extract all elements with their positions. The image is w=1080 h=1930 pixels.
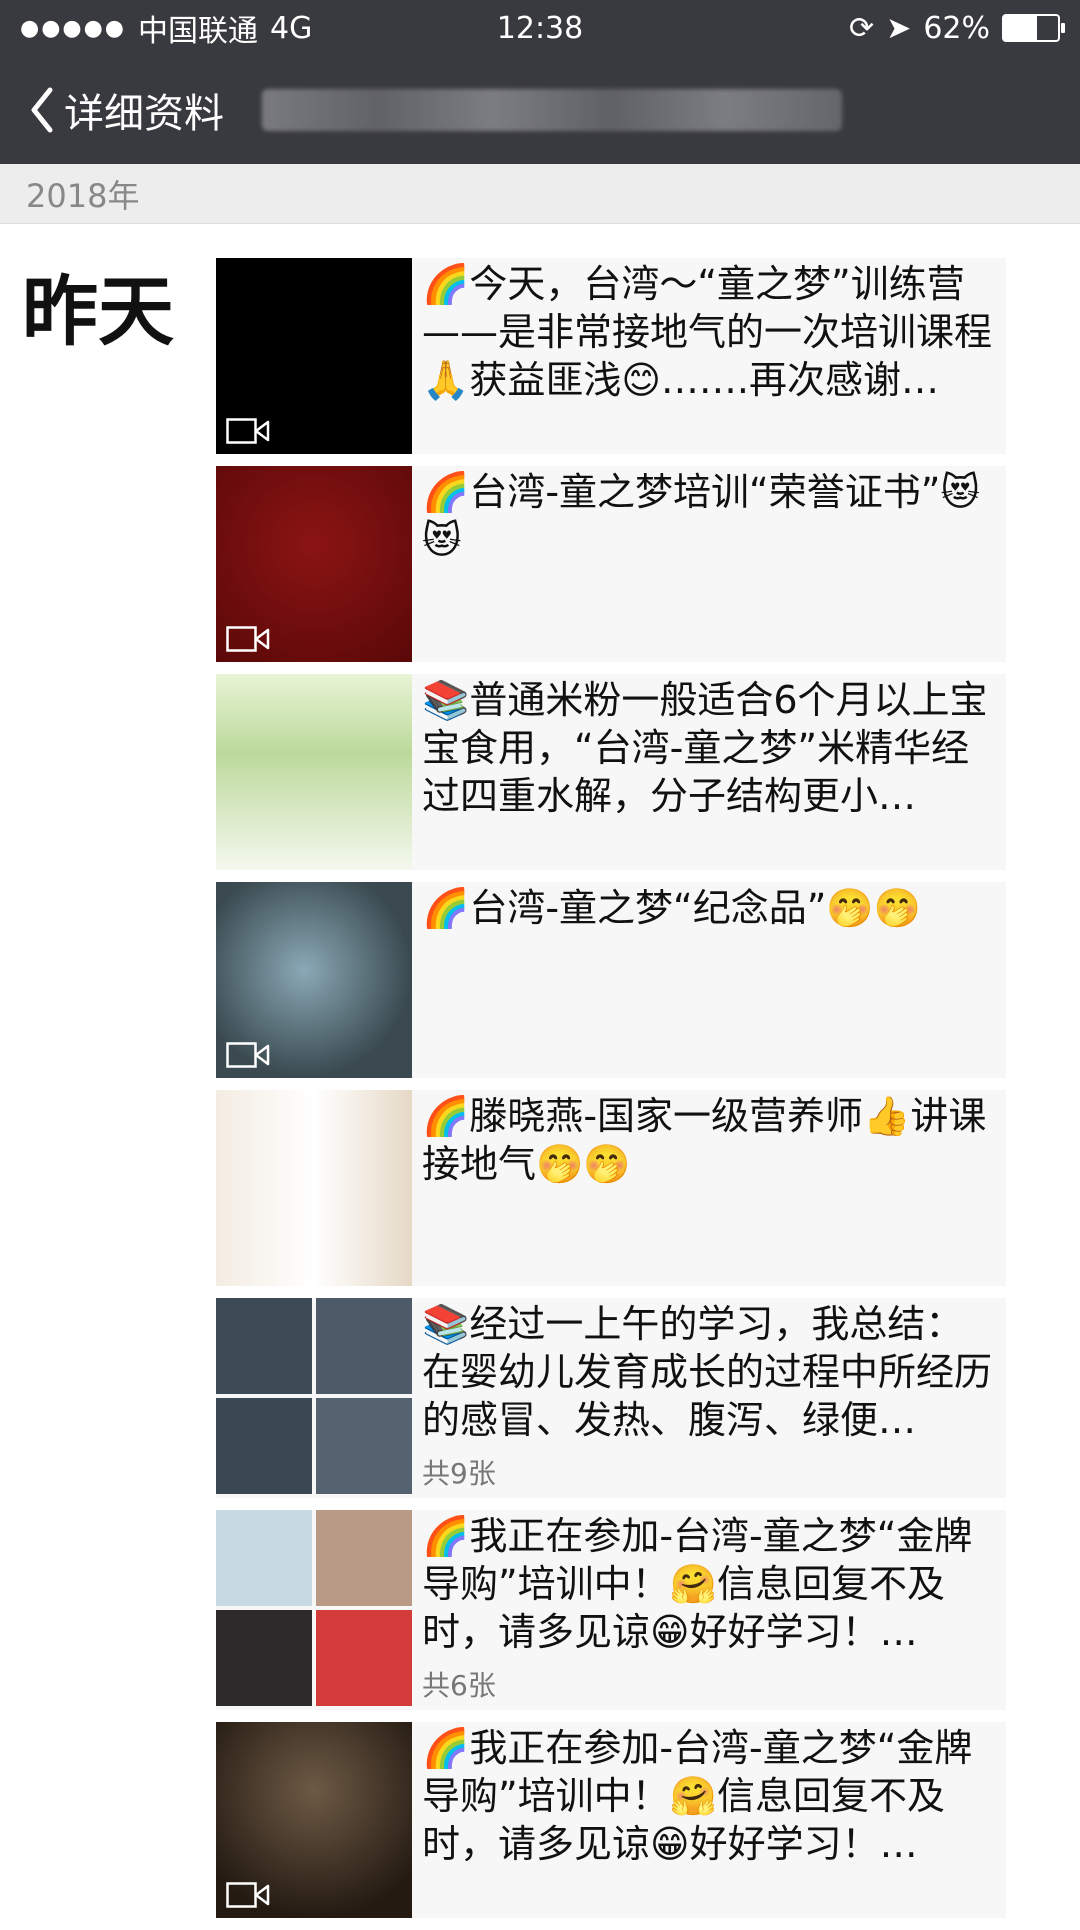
orientation-lock-icon: ⟳ [849,10,875,46]
post-text: 🌈我正在参加-台湾-童之梦“金牌导购”培训中！🤗信息回复不及时，请多见谅😁好好学… [422,1514,973,1654]
post-text-block: 🌈台湾-童之梦“纪念品”🤭🤭 [422,882,1006,1078]
post-text-block: 🌈我正在参加-台湾-童之梦“金牌导购”培训中！🤗信息回复不及时，请多见谅😁好好学… [422,1722,1006,1918]
back-button[interactable]: 详细资料 [28,81,224,139]
signal-icon: ●●●●● [20,15,126,41]
post-text-block: 📚经过一上午的学习，我总结：在婴幼儿发育成长的过程中所经历的感冒、发热、腹泻、绿… [422,1298,1006,1498]
posts-container: 🌈今天，台湾～“童之梦”训练营——是非常接地气的一次培训课程🙏获益匪浅😊…….再… [216,258,1006,1930]
moment-post[interactable]: 📚普通米粉一般适合6个月以上宝宝食用，“台湾-童之梦”米精华经过四重水解，分子结… [216,674,1006,870]
moment-post[interactable]: 🌈台湾-童之梦“纪念品”🤭🤭 [216,882,1006,1078]
video-camera-icon [226,626,270,652]
photo-grid-thumbnail[interactable] [216,1510,412,1706]
photo-thumbnail[interactable] [216,674,412,870]
status-left: ●●●●● 中国联通 4G [20,6,312,50]
post-text-block: 🌈我正在参加-台湾-童之梦“金牌导购”培训中！🤗信息回复不及时，请多见谅😁好好学… [422,1510,1006,1710]
back-icon [31,87,53,133]
carrier-name: 中国联通 [137,14,258,49]
video-camera-icon [226,1042,270,1068]
post-text-block: 🌈台湾-童之梦培训“荣誉证书”😻😻 [422,466,1006,662]
battery-icon [1002,14,1065,42]
network-type: 4G [269,10,313,46]
blurred-title [262,89,842,131]
post-text: 📚普通米粉一般适合6个月以上宝宝食用，“台湾-童之梦”米精华经过四重水解，分子结… [422,678,988,818]
moment-post[interactable]: 🌈台湾-童之梦培训“荣誉证书”😻😻 [216,466,1006,662]
post-text-block: 🌈今天，台湾～“童之梦”训练营——是非常接地气的一次培训课程🙏获益匪浅😊…….再… [422,258,1006,454]
day-label: 昨天 [22,267,174,356]
moment-post[interactable]: 🌈我正在参加-台湾-童之梦“金牌导购”培训中！🤗信息回复不及时，请多见谅😁好好学… [216,1510,1006,1710]
video-camera-icon [226,1882,270,1908]
post-text: 🌈滕晓燕-国家一级营养师👍讲课接地气🤭🤭 [422,1094,987,1186]
moment-post[interactable]: 🌈今天，台湾～“童之梦”训练营——是非常接地气的一次培训课程🙏获益匪浅😊…….再… [216,258,1006,454]
post-text: 📚经过一上午的学习，我总结：在婴幼儿发育成长的过程中所经历的感冒、发热、腹泻、绿… [422,1302,993,1442]
moment-post[interactable]: 📚经过一上午的学习，我总结：在婴幼儿发育成长的过程中所经历的感冒、发热、腹泻、绿… [216,1298,1006,1498]
photo-thumbnail[interactable] [216,1090,412,1286]
post-text-block: 📚普通米粉一般适合6个月以上宝宝食用，“台湾-童之梦”米精华经过四重水解，分子结… [422,674,1006,870]
photo-grid-thumbnail[interactable] [216,1298,412,1494]
moments-list[interactable]: 昨天 🌈今天，台湾～“童之梦”训练营——是非常接地气的一次培训课程🙏获益匪浅😊…… [0,224,1080,1920]
post-text: 🌈今天，台湾～“童之梦”训练营——是非常接地气的一次培训课程🙏获益匪浅😊…….再… [422,262,993,402]
status-right: ⟳ ➤ 62% [849,10,1065,46]
post-text: 🌈我正在参加-台湾-童之梦“金牌导购”培训中！🤗信息回复不及时，请多见谅😁好好学… [422,1726,973,1866]
video-thumbnail[interactable] [216,882,412,1078]
post-text: 🌈台湾-童之梦培训“荣誉证书”😻😻 [422,470,981,562]
moment-post[interactable]: 🌈我正在参加-台湾-童之梦“金牌导购”培训中！🤗信息回复不及时，请多见谅😁好好学… [216,1722,1006,1918]
back-label: 详细资料 [64,91,224,137]
photo-count: 共9张 [422,1457,496,1490]
location-icon: ➤ [886,10,912,46]
post-text: 🌈台湾-童之梦“纪念品”🤭🤭 [422,886,922,930]
post-text-block: 🌈滕晓燕-国家一级营养师👍讲课接地气🤭🤭 [422,1090,1006,1286]
status-bar: ●●●●● 中国联通 4G 12:38 ⟳ ➤ 62% [0,0,1080,56]
year-header: 2018年 [0,164,1080,224]
moment-post[interactable]: 🌈滕晓燕-国家一级营养师👍讲课接地气🤭🤭 [216,1090,1006,1286]
photo-count: 共6张 [422,1669,496,1702]
video-thumbnail[interactable] [216,466,412,662]
video-thumbnail[interactable] [216,258,412,454]
battery-percent: 62% [923,10,990,46]
nav-bar: 详细资料 [0,56,1080,164]
video-camera-icon [226,418,270,444]
video-thumbnail[interactable] [216,1722,412,1918]
